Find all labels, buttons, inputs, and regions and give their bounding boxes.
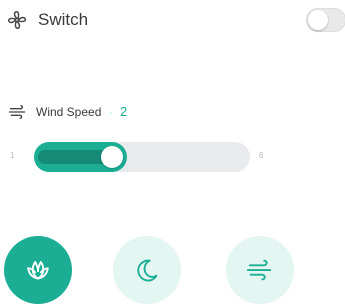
leaf-icon (27, 261, 49, 280)
slider-min-label: 1 (10, 151, 15, 160)
moon-icon (137, 259, 158, 282)
eco-mode-button[interactable] (4, 236, 72, 304)
slider-max-label: 6 (259, 151, 264, 160)
sleep-mode-button[interactable] (113, 236, 181, 304)
wind-speed-value: 2 (120, 104, 128, 119)
wind-speed-slider[interactable] (34, 142, 250, 172)
wind-speed-icon (9, 105, 26, 119)
power-toggle[interactable] (306, 8, 345, 32)
wind-icon (246, 259, 272, 281)
wind-mode-button[interactable] (226, 236, 294, 304)
separator-dot: · (109, 105, 113, 119)
wind-speed-label: Wind Speed (36, 105, 102, 119)
fan-icon (7, 10, 27, 30)
switch-label: Switch (38, 10, 89, 29)
toggle-knob (308, 10, 328, 30)
